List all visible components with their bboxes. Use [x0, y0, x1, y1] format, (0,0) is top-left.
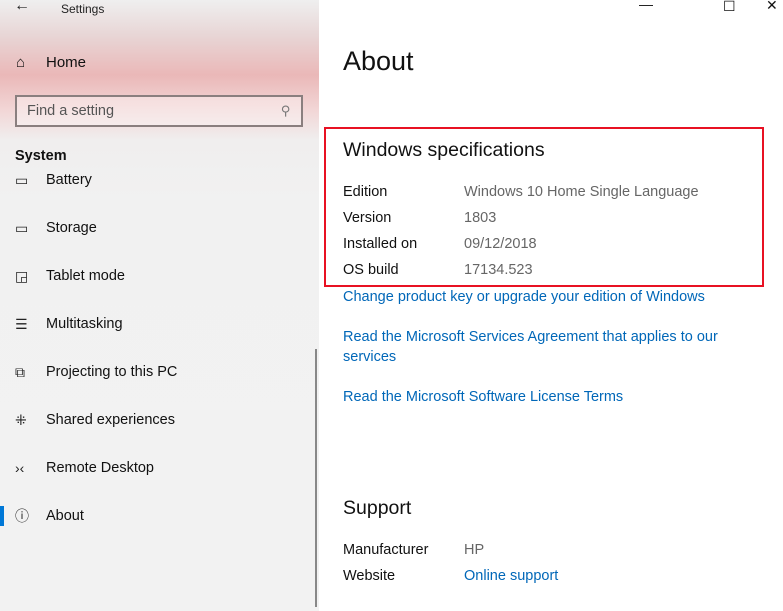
search-icon[interactable]: ⚲: [281, 103, 291, 119]
projecting-icon: ⧉: [15, 363, 25, 380]
spec-value: 17134.523: [464, 262, 533, 278]
spec-value: 1803: [464, 210, 497, 226]
sidebar-item-remote-desktop[interactable]: ›‹ Remote Desktop: [0, 448, 310, 488]
sidebar: ← Settings ⌂ Home Find a setting ⚲ Syste…: [0, 0, 319, 611]
page-title: About: [343, 46, 414, 76]
nav-label: Storage: [46, 220, 97, 236]
support-key: Manufacturer: [343, 542, 429, 558]
sidebar-item-tablet-mode[interactable]: ◲ Tablet mode: [0, 256, 310, 296]
sidebar-item-storage[interactable]: ▭ Storage: [0, 208, 310, 248]
section-heading: System: [15, 148, 67, 164]
spec-value: 09/12/2018: [464, 236, 537, 252]
tablet-mode-icon: ◲: [15, 267, 29, 284]
change-product-key-link[interactable]: Change product key or upgrade your editi…: [343, 287, 753, 307]
shared-experiences-icon: ⁜: [15, 411, 27, 428]
remote-desktop-icon: ›‹: [15, 460, 25, 476]
multitasking-icon: ☰: [15, 315, 28, 332]
minimize-icon[interactable]: —: [639, 0, 653, 12]
nav-label: Projecting to this PC: [46, 364, 178, 380]
sidebar-item-about[interactable]: ⓘ About: [0, 496, 310, 536]
spec-key: Installed on: [343, 236, 418, 252]
license-terms-link[interactable]: Read the Microsoft Software License Term…: [343, 387, 753, 407]
sidebar-item-projecting[interactable]: ⧉ Projecting to this PC: [0, 352, 310, 392]
sidebar-item-multitasking[interactable]: ☰ Multitasking: [0, 304, 310, 344]
spec-row-edition: Edition Windows 10 Home Single Language: [343, 184, 699, 200]
nav-label: About: [46, 508, 84, 524]
nav-label: Battery: [46, 172, 92, 188]
online-support-link[interactable]: Online support: [464, 568, 558, 584]
support-row-manufacturer: Manufacturer HP: [343, 542, 484, 558]
search-input[interactable]: Find a setting ⚲: [15, 95, 303, 127]
specs-heading: Windows specifications: [343, 139, 545, 161]
spec-row-installed: Installed on 09/12/2018: [343, 236, 537, 252]
spec-key: Version: [343, 210, 392, 226]
nav-list: ▭ Battery ▭ Storage ◲ Tablet mode ☰ Multitas…: [0, 168, 319, 611]
nav-label: Tablet mode: [46, 268, 125, 284]
app-title: Settings: [61, 2, 105, 16]
nav-label: Shared experiences: [46, 412, 175, 428]
sidebar-item-battery[interactable]: ▭ Battery: [0, 168, 310, 200]
storage-icon: ▭: [15, 219, 29, 236]
home-label: Home: [46, 54, 87, 71]
services-agreement-link[interactable]: Read the Microsoft Services Agreement th…: [343, 327, 753, 367]
sidebar-item-home[interactable]: ⌂ Home: [16, 54, 86, 71]
info-icon: ⓘ: [15, 508, 29, 524]
sidebar-item-shared-experiences[interactable]: ⁜ Shared experiences: [0, 400, 310, 440]
battery-icon: ▭: [15, 171, 29, 188]
spec-row-version: Version 1803: [343, 210, 496, 226]
sidebar-scrollbar[interactable]: [315, 349, 317, 607]
support-key: Website: [343, 568, 396, 584]
main-content: — ☐ ✕ About Windows specifications Editi…: [319, 0, 783, 611]
search-placeholder: Find a setting: [27, 103, 115, 119]
spec-value: Windows 10 Home Single Language: [464, 184, 699, 200]
support-row-website: Website Online support: [343, 568, 558, 584]
nav-label: Multitasking: [46, 316, 123, 332]
spec-key: Edition: [343, 184, 388, 200]
close-icon[interactable]: ✕: [766, 0, 778, 14]
nav-label: Remote Desktop: [46, 460, 154, 476]
spec-row-os-build: OS build 17134.523: [343, 262, 533, 278]
back-arrow-icon[interactable]: ←: [14, 0, 30, 15]
home-icon: ⌂: [16, 54, 26, 71]
support-value: HP: [464, 542, 485, 558]
maximize-icon[interactable]: ☐: [723, 0, 736, 15]
spec-key: OS build: [343, 262, 399, 278]
support-heading: Support: [343, 497, 412, 519]
title-bar: ← Settings: [0, 0, 319, 20]
